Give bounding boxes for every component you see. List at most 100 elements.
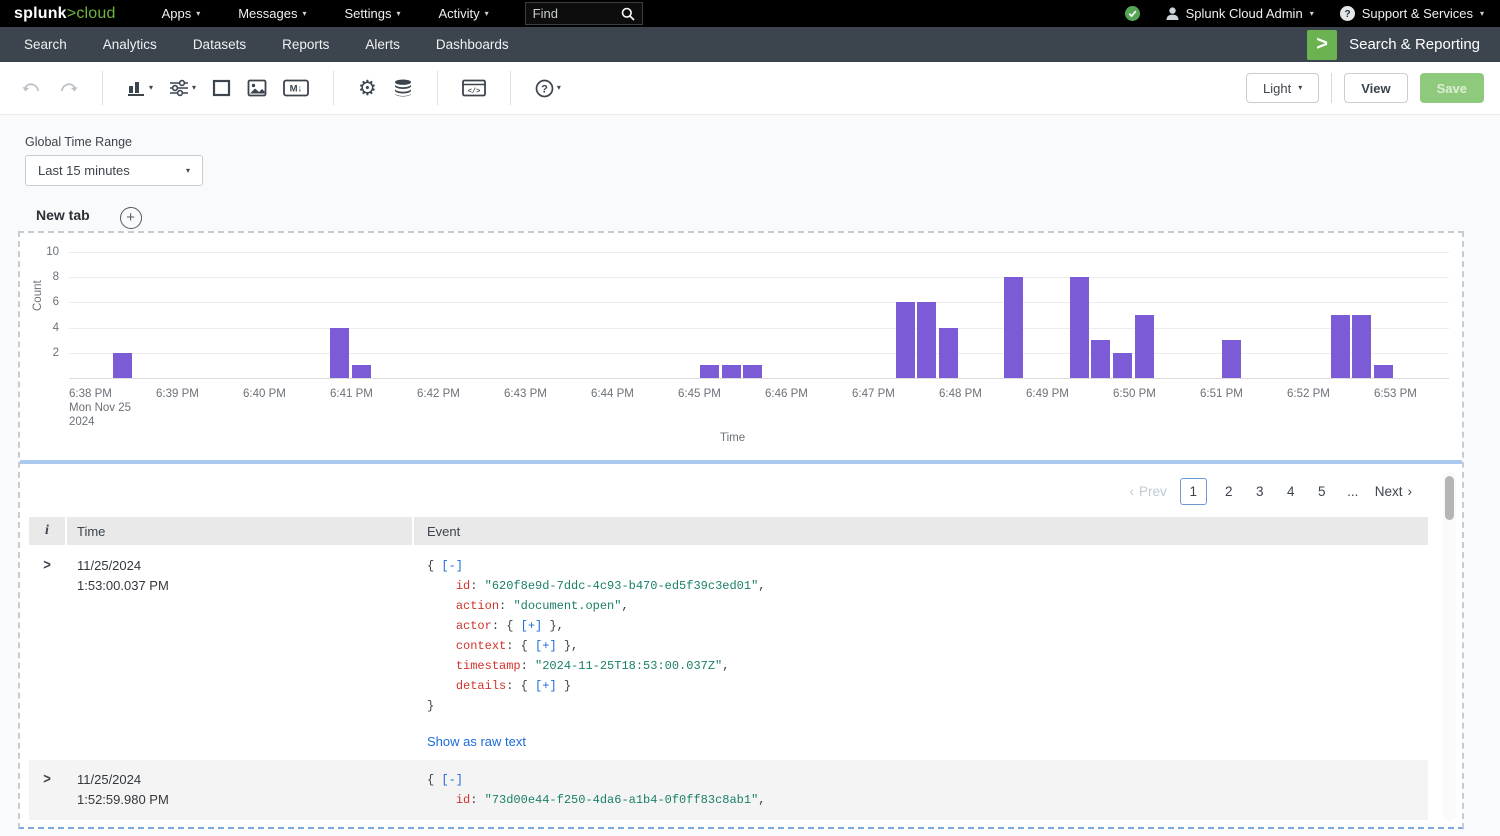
chart-bar[interactable] (1222, 340, 1241, 378)
json-toggle-link[interactable]: [-] (441, 773, 463, 787)
chart-bar[interactable] (330, 328, 349, 378)
chart-bar[interactable] (743, 365, 762, 378)
pagination-page-3[interactable]: 3 (1251, 484, 1269, 499)
app-context[interactable]: > Search & Reporting (1307, 30, 1480, 60)
x-axis-tick: 6:46 PM (765, 387, 808, 401)
chart-bar[interactable] (1004, 277, 1023, 378)
event-json-line: { [-] (427, 556, 1428, 576)
chart-bar[interactable] (896, 302, 915, 378)
vertical-scrollbar[interactable] (1443, 472, 1456, 821)
chevron-down-icon: ▾ (196, 10, 200, 18)
chart-bar[interactable] (1091, 340, 1110, 378)
x-axis-tick: 6:38 PMMon Nov 252024 (69, 387, 131, 429)
source-code-icon[interactable]: </> (462, 79, 486, 97)
redo-icon[interactable] (58, 80, 78, 96)
json-key: id (456, 579, 470, 593)
chart-bar[interactable] (1070, 277, 1089, 378)
support-menu[interactable]: ? Support & Services ▾ (1340, 6, 1484, 21)
expand-chevron-icon[interactable]: > (43, 770, 51, 787)
json-key: id (456, 793, 470, 807)
status-check-icon[interactable] (1125, 6, 1140, 21)
logo-cloud-text: cloud (76, 5, 115, 22)
chevron-right-icon: › (1408, 484, 1413, 499)
save-button[interactable]: Save (1420, 73, 1484, 103)
add-tab-button[interactable]: + (120, 207, 142, 229)
json-toggle-link[interactable]: [+] (535, 639, 557, 653)
add-chart-icon[interactable]: ▾ (127, 79, 153, 97)
chart-bar[interactable] (1331, 315, 1350, 378)
markdown-icon[interactable]: M↓ (283, 79, 309, 97)
splunk-cloud-logo[interactable]: splunk>cloud (14, 5, 116, 23)
shape-rectangle-icon[interactable] (212, 79, 231, 97)
show-as-raw-text-link[interactable]: Show as raw text (427, 734, 1428, 749)
chevron-down-icon: ▾ (192, 84, 196, 92)
user-menu[interactable]: Splunk Cloud Admin ▾ (1166, 6, 1314, 21)
pagination-next-button[interactable]: Next› (1375, 484, 1412, 499)
menu-settings-label: Settings (344, 6, 391, 21)
svg-text:</>: </> (468, 88, 481, 96)
x-axis-tick: 6:40 PM (243, 387, 286, 401)
event-json-line: { [-] (427, 770, 1428, 790)
chart-bar[interactable] (1352, 315, 1371, 378)
time-range-dropdown[interactable]: Last 15 minutes ▾ (25, 155, 203, 186)
nav-item-datasets[interactable]: Datasets (193, 37, 246, 52)
chart-gridline (69, 252, 1449, 253)
pagination-prev-button[interactable]: ‹Prev (1129, 484, 1166, 499)
pagination-page-2[interactable]: 2 (1220, 484, 1238, 499)
settings-gear-icon[interactable]: ⚙ (358, 78, 377, 99)
menu-messages[interactable]: Messages▾ (238, 6, 306, 21)
chart-bar[interactable] (1135, 315, 1154, 378)
undo-icon[interactable] (22, 80, 42, 96)
json-toggle-link[interactable]: [+] (521, 619, 543, 633)
json-toggle-link[interactable]: [-] (441, 559, 463, 573)
chart-bar[interactable] (1113, 353, 1132, 378)
event-row: >11/25/20241:52:59.980 PM{ [-] id: "73d0… (29, 760, 1428, 820)
pagination-page-4[interactable]: 4 (1282, 484, 1300, 499)
scrollbar-thumb[interactable] (1445, 476, 1454, 520)
json-punct: : { (506, 679, 535, 693)
find-search-input[interactable]: Find (525, 2, 643, 25)
events-table-panel[interactable]: ‹Prev 12345... Next› i Time Event >11/25… (20, 464, 1462, 827)
theme-dropdown[interactable]: Light▾ (1246, 73, 1319, 103)
toolbar-actions: Light▾ View Save (1246, 73, 1484, 103)
tab-new-tab[interactable]: New tab (36, 207, 90, 234)
x-axis-tick: 6:39 PM (156, 387, 199, 401)
nav-item-analytics[interactable]: Analytics (103, 37, 157, 52)
chart-bar[interactable] (917, 302, 936, 378)
chart-bar[interactable] (1374, 365, 1393, 378)
chart-bar[interactable] (939, 328, 958, 378)
json-toggle-link[interactable]: [+] (535, 679, 557, 693)
dashboard-canvas[interactable]: Count Time 2468106:38 PMMon Nov 2520246:… (18, 231, 1464, 829)
input-controls-icon[interactable]: ▾ (169, 79, 196, 97)
view-button[interactable]: View (1344, 73, 1407, 103)
nav-item-dashboards[interactable]: Dashboards (436, 37, 509, 52)
event-json-line: action: "document.open", (427, 596, 1428, 616)
events-chart[interactable]: Count Time 2468106:38 PMMon Nov 2520246:… (20, 233, 1462, 460)
nav-item-reports[interactable]: Reports (282, 37, 329, 52)
nav-item-alerts[interactable]: Alerts (365, 37, 400, 52)
chart-baseline (69, 378, 1449, 379)
chart-bar[interactable] (352, 365, 371, 378)
user-label: Splunk Cloud Admin (1186, 6, 1303, 21)
pagination-page-1[interactable]: 1 (1180, 478, 1207, 505)
menu-settings[interactable]: Settings▾ (344, 6, 400, 21)
chart-bar[interactable] (113, 353, 132, 378)
expand-chevron-icon[interactable]: > (43, 556, 51, 573)
event-json-line: } (427, 696, 1428, 716)
help-circle-icon: ? (1340, 6, 1355, 21)
chart-bar[interactable] (722, 365, 741, 378)
help-icon[interactable]: ? ▾ (535, 79, 561, 98)
nav-item-search[interactable]: Search (24, 37, 67, 52)
menu-activity[interactable]: Activity▾ (438, 6, 488, 21)
pagination-page-5[interactable]: 5 (1313, 484, 1331, 499)
data-sources-icon[interactable] (393, 79, 413, 97)
chevron-down-icon: ▾ (1480, 10, 1484, 18)
app-nav-bar: Search Analytics Datasets Reports Alerts… (0, 27, 1500, 62)
topbar-right: Splunk Cloud Admin ▾ ? Support & Service… (1125, 6, 1484, 21)
chart-bar[interactable] (700, 365, 719, 378)
y-axis-tick: 6 (29, 296, 59, 308)
menu-apps[interactable]: Apps▾ (162, 6, 201, 21)
image-icon[interactable] (247, 79, 267, 97)
chart-x-axis-label: Time (720, 432, 745, 444)
json-value: "73d00e44-f250-4da6-a1b4-0f0ff83c8ab1" (485, 793, 759, 807)
